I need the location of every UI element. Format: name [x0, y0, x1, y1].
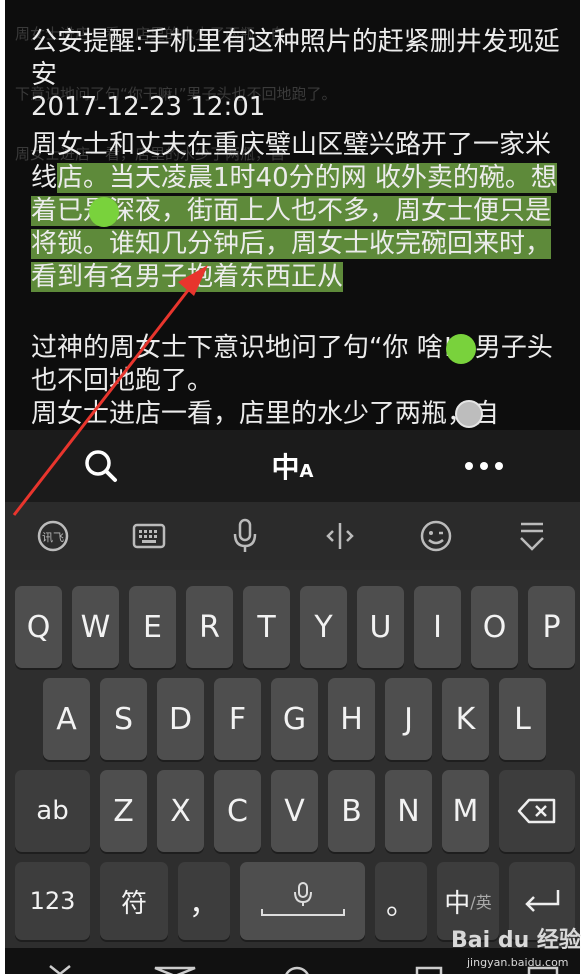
key-space[interactable] [240, 862, 365, 940]
home-nav-icon[interactable] [285, 966, 309, 974]
key-comma[interactable]: ， [178, 862, 230, 940]
microphone-icon [260, 882, 345, 916]
key-n[interactable]: N [385, 770, 432, 852]
key-j[interactable]: J [385, 678, 432, 760]
translate-button[interactable]: 中A [252, 436, 332, 496]
translate-icon: 中A [271, 451, 314, 484]
selected-text[interactable]: 店。当天凌晨1时40分的网 收外卖的碗。想着已是深夜，街面上人也不多，周女士便只… [31, 163, 557, 292]
key-s[interactable]: S [100, 678, 147, 760]
watermark-site: jingyan.baidu.com [467, 956, 569, 969]
back-nav-icon[interactable] [49, 965, 71, 974]
cursor-move-button[interactable] [305, 506, 375, 566]
recent-apps-nav-icon[interactable] [154, 966, 196, 974]
backspace-icon [517, 798, 556, 824]
key-numbers[interactable]: 123 [15, 862, 90, 940]
lang-main-label: 中 [444, 888, 471, 919]
key-i[interactable]: I [414, 586, 461, 668]
more-button[interactable] [444, 436, 524, 496]
key-o[interactable]: O [471, 586, 518, 668]
key-case-switch[interactable]: ab [15, 770, 90, 852]
selection-end-handle[interactable] [446, 334, 476, 364]
key-z[interactable]: Z [100, 770, 147, 852]
key-m[interactable]: M [442, 770, 489, 852]
microphone-icon [233, 518, 256, 552]
right-border [580, 0, 585, 974]
selection-start-handle[interactable] [89, 197, 119, 227]
ime-logo-button[interactable]: 讯飞 [18, 506, 88, 566]
key-q[interactable]: Q [15, 586, 62, 668]
voice-input-button[interactable] [210, 506, 280, 566]
key-b[interactable]: B [328, 770, 375, 852]
ime-toolbar: 讯飞 [5, 502, 580, 570]
cursor-icon [326, 523, 355, 549]
search-icon [85, 450, 117, 482]
baidu-jingyan-watermark: Bai du 经验 jingyan.baidu.com [445, 922, 585, 974]
key-t[interactable]: T [243, 586, 290, 668]
key-backspace[interactable] [499, 770, 575, 852]
enter-icon [525, 890, 560, 912]
key-e[interactable]: E [129, 586, 176, 668]
overview-nav-icon[interactable] [415, 966, 443, 974]
search-button[interactable] [61, 436, 141, 496]
article-title: 公安提醒:手机里有这种照片的赶紧删井发现延安 [31, 27, 560, 90]
iflytek-logo-icon: 讯飞 [37, 520, 69, 552]
key-p[interactable]: P [528, 586, 575, 668]
key-a[interactable]: A [43, 678, 90, 760]
emoji-button[interactable] [401, 506, 471, 566]
key-c[interactable]: C [214, 770, 261, 852]
keyboard-icon [132, 523, 165, 549]
article-body-continued: 过神的周女士下意识地问了句“你 啥!” 男子头也不回地跑了。 周女士进店一看，店… [31, 332, 571, 430]
article-view[interactable]: 周女士进店一看，店里的水少了两瓶，自 下意识地问了句“你干嘛!”男子头也不回地跑… [5, 0, 580, 430]
key-y[interactable]: Y [300, 586, 347, 668]
next-paragraph: 周女士进店一看，店里的水少了两瓶，自 [31, 399, 500, 429]
touch-point-indicator [455, 400, 483, 428]
key-x[interactable]: X [157, 770, 204, 852]
key-v[interactable]: V [271, 770, 318, 852]
collapse-icon [520, 522, 544, 551]
keyboard-switch-button[interactable] [114, 506, 184, 566]
key-period[interactable]: 。 [375, 862, 427, 940]
lang-sub-label: /英 [470, 893, 492, 912]
more-icon [465, 462, 504, 470]
collapse-keyboard-button[interactable] [497, 506, 567, 566]
key-d[interactable]: D [157, 678, 204, 760]
text-edit-toolbar: 中A [5, 430, 580, 502]
emoji-icon [420, 520, 452, 552]
key-f[interactable]: F [214, 678, 261, 760]
key-symbols[interactable]: 符 [100, 862, 168, 940]
svg-text:讯飞: 讯飞 [42, 531, 64, 544]
key-u[interactable]: U [357, 586, 404, 668]
key-l[interactable]: L [499, 678, 546, 760]
key-h[interactable]: H [328, 678, 375, 760]
key-w[interactable]: W [72, 586, 119, 668]
key-k[interactable]: K [442, 678, 489, 760]
key-g[interactable]: G [271, 678, 318, 760]
key-r[interactable]: R [186, 586, 233, 668]
watermark-brand: Bai du 经验 [451, 928, 581, 953]
article-date: 2017-12-23 12:01 [31, 92, 266, 122]
qwerty-keyboard: Q W E R T Y U I O P A S D F G H J K L ab… [5, 570, 580, 948]
